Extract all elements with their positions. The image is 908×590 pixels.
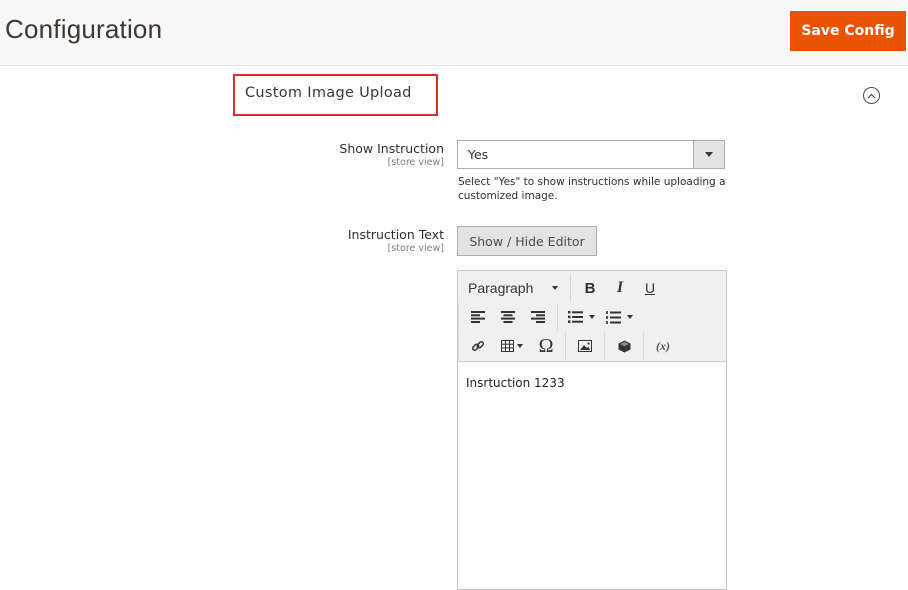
italic-icon: I [616, 279, 624, 296]
underline-button[interactable]: U [635, 275, 665, 301]
underline-icon: U [644, 280, 656, 296]
bullet-list-icon [567, 311, 583, 323]
show-instruction-value: Yes [468, 147, 489, 162]
toolbar-row-3: Ω (x) [458, 331, 682, 361]
instruction-text-label: Instruction Text [347, 227, 444, 242]
instruction-text-label-group: Instruction Text [store view] [348, 227, 444, 254]
instruction-text-scope: [store view] [387, 243, 444, 254]
format-value: Paragraph [468, 280, 534, 296]
bold-button[interactable]: B [575, 275, 605, 301]
section-highlight-box[interactable]: Custom Image Upload [233, 74, 438, 116]
insert-group: Ω [458, 332, 565, 360]
numbered-list-icon [605, 310, 621, 324]
align-left-button[interactable] [463, 304, 493, 330]
numbered-list-button[interactable] [600, 304, 638, 330]
select-arrow[interactable] [693, 141, 724, 168]
section-title[interactable]: Custom Image Upload [245, 85, 412, 101]
special-char-button[interactable]: Ω [531, 333, 561, 359]
toolbar-row-1: Paragraph B I U [458, 273, 669, 303]
table-button[interactable] [493, 333, 531, 359]
toolbar-row-2 [458, 302, 642, 332]
triangle-down-icon [705, 152, 713, 157]
widget-icon [618, 340, 630, 352]
omega-icon: Ω [538, 334, 554, 357]
bold-icon: B [584, 279, 596, 297]
align-right-icon [531, 311, 545, 323]
italic-button[interactable]: I [605, 275, 635, 301]
align-group [458, 303, 557, 331]
align-right-button[interactable] [523, 304, 553, 330]
variable-group: (x) [643, 332, 682, 360]
link-icon [471, 341, 485, 351]
variable-icon: (x) [656, 338, 670, 353]
show-instruction-note: Select "Yes" to show instructions while … [458, 176, 726, 202]
image-icon [578, 340, 592, 352]
save-config-button[interactable]: Save Config [790, 11, 906, 51]
page-header: Configuration Save Config [0, 0, 908, 66]
bullet-list-button[interactable] [562, 304, 600, 330]
show-instruction-label: Show Instruction [339, 141, 444, 156]
link-button[interactable] [463, 333, 493, 359]
page-title: Configuration [5, 14, 163, 44]
caret-down-icon [626, 315, 633, 319]
align-center-icon [501, 311, 515, 323]
format-group: Paragraph [458, 274, 570, 302]
chevron-up-circle-icon[interactable] [863, 87, 880, 104]
insert-image-button[interactable] [570, 333, 600, 359]
editor-toolbar: Paragraph B I U Ω (x) [458, 271, 726, 362]
image-group [565, 332, 604, 360]
show-hide-editor-button[interactable]: Show / Hide Editor [457, 226, 597, 256]
table-icon [501, 340, 514, 352]
format-select[interactable]: Paragraph [462, 275, 566, 301]
show-instruction-select[interactable]: Yes [457, 140, 725, 169]
list-group [557, 303, 642, 331]
caret-down-icon [552, 286, 558, 290]
align-center-button[interactable] [493, 304, 523, 330]
editor-content[interactable]: Insrtuction 1233 [466, 376, 565, 390]
show-instruction-scope: [store view] [387, 157, 444, 168]
text-style-group: B I U [570, 274, 669, 302]
insert-widget-button[interactable] [609, 333, 639, 359]
caret-down-icon [588, 315, 595, 319]
widget-group [604, 332, 643, 360]
show-instruction-label-group: Show Instruction [store view] [339, 141, 444, 168]
wysiwyg-editor: Paragraph B I U Ω (x) Insrtuction 1233 [457, 270, 727, 590]
align-left-icon [471, 311, 485, 323]
caret-down-icon [517, 344, 523, 348]
insert-variable-button[interactable]: (x) [648, 333, 678, 359]
